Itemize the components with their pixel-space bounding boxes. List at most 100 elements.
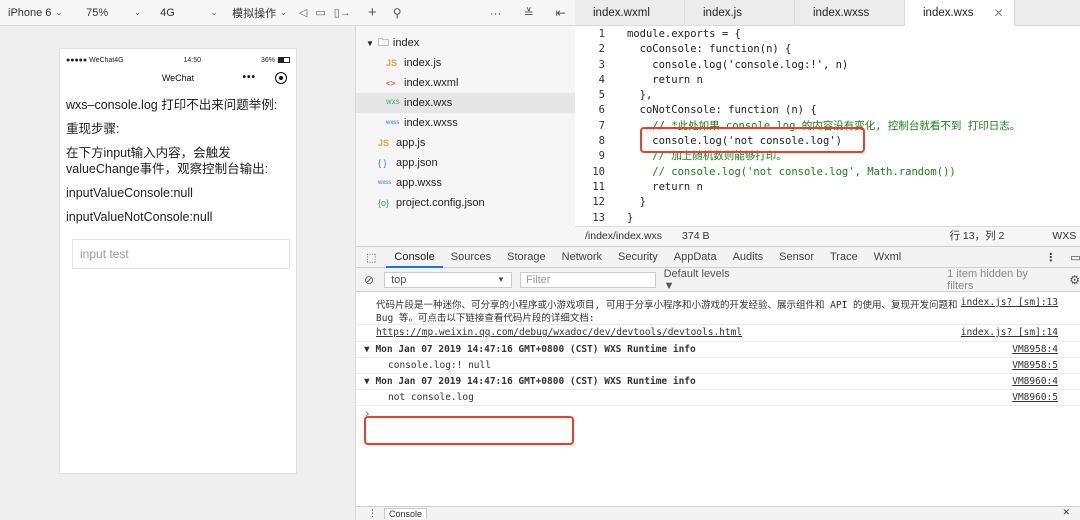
device-select[interactable]: iPhone 6 ⌄ (8, 7, 62, 19)
filter-input[interactable]: Filter (519, 271, 656, 288)
context-label: top (391, 273, 407, 286)
clear-console-icon[interactable]: ⊘ (364, 273, 374, 287)
source-link[interactable]: VM8960:4 (1012, 376, 1058, 387)
close-icon[interactable]: ✕ (994, 6, 1004, 20)
more-icon[interactable]: ••• (242, 67, 256, 89)
close-capsule-icon[interactable] (275, 72, 287, 84)
tree-item-app-js[interactable]: JS app.js (356, 133, 575, 153)
phone-screen: ●●●●● WeChat4G 14:50 36% WeChat ••• wxs–… (59, 48, 297, 474)
tab-console[interactable]: Console (386, 246, 443, 268)
json-icon: { } (378, 158, 387, 168)
zoom-label: 75% (86, 6, 109, 19)
add-icon[interactable]: + (368, 4, 377, 21)
tab-wxml[interactable]: Wxml (866, 246, 910, 268)
collapse-icon[interactable]: ⇤ (556, 6, 566, 20)
source-link[interactable]: VM8958:5 (1012, 360, 1058, 371)
wxml-icon: <> (386, 78, 396, 88)
page-content: wxs–console.log 打印不出来问题举例: 重现步骤: 在下方inpu… (60, 97, 296, 225)
tree-item-project-config[interactable]: {o} project.config.json (356, 193, 575, 213)
levels-select[interactable]: Default levels ▼ (664, 268, 743, 292)
close-icon[interactable]: ✕ (1062, 507, 1070, 518)
caret-down-icon: ▼ (366, 38, 374, 48)
page-title: wxs–console.log 打印不出来问题举例: (66, 98, 278, 112)
time-label: 14:50 (183, 56, 202, 64)
phone-status-bar: ●●●●● WeChat4G 14:50 36% (60, 53, 296, 67)
js-icon: JS (386, 58, 398, 68)
tree-item-index-wxss[interactable]: wxss index.wxss (356, 113, 575, 133)
tab-network[interactable]: Network (554, 246, 610, 268)
tab-index-js[interactable]: index.js (685, 0, 795, 26)
simulate-operation-select[interactable]: 模拟操作 ⌄ (232, 5, 287, 21)
wxss-icon: wxss (386, 120, 400, 126)
more-vertical-icon[interactable]: ⋮ (1045, 251, 1056, 264)
tree-folder-index[interactable]: ▼ 🗀 index (356, 33, 575, 53)
tree-item-label: index.wxs (404, 97, 453, 109)
config-icon: {o} (378, 198, 390, 208)
highlight-box (364, 416, 574, 445)
tab-trace[interactable]: Trace (822, 246, 866, 268)
console-output: 代码片段是一种迷你、可分享的小程序或小游戏项目, 可用于分享小程序和小游戏的开发… (356, 292, 1080, 506)
dock-icon[interactable]: ▭ (1070, 251, 1080, 264)
more-vertical-icon[interactable]: ⋮ (368, 508, 377, 519)
bottom-drawer: ⋮ Console ✕ (356, 506, 1080, 520)
context-select[interactable]: top ▼ (384, 271, 512, 288)
drawer-tab-console[interactable]: Console (384, 508, 428, 519)
file-path: /index/index.wxs (585, 229, 663, 242)
source-link[interactable]: VM8958:4 (1012, 344, 1058, 355)
tree-item-label: index.wxml (404, 77, 459, 89)
code-line: 1 module.exports = { (598, 28, 741, 40)
wxs-icon: WXS (386, 100, 400, 106)
sort-icon[interactable]: ≚ (524, 6, 534, 20)
tab-index-wxml[interactable]: index.wxml (575, 0, 685, 26)
volume-icon[interactable]: ◁ (299, 6, 307, 19)
tab-appdata[interactable]: AppData (666, 246, 725, 268)
tree-item-label: app.js (396, 137, 426, 149)
gear-icon[interactable]: ⚙ (1069, 273, 1080, 287)
code-line: 6 coNotConsole: function (n) { (598, 104, 817, 117)
code-line: 12 } (592, 196, 646, 209)
tree-item-index-wxml[interactable]: <> index.wxml (356, 73, 575, 93)
console-group-header[interactable]: ▼ Mon Jan 07 2019 14:47:16 GMT+0800 (CST… (364, 344, 696, 355)
more-icon[interactable]: ··· (490, 6, 502, 20)
tab-index-wxs[interactable]: index.wxs ✕ (905, 0, 1015, 26)
docs-link[interactable]: https://mp.weixin.qq.com/debug/wxadoc/de… (376, 327, 742, 338)
code-line: 13} (592, 211, 634, 224)
tab-sources[interactable]: Sources (443, 246, 499, 268)
console-group-header[interactable]: ▼ Mon Jan 07 2019 14:47:16 GMT+0800 (CST… (364, 376, 696, 387)
chevron-down-icon: ⌄ (210, 8, 218, 17)
device-label: iPhone 6 (8, 6, 52, 19)
console-filter-bar: ⊘ top ▼ Filter Default levels ▼ 1 item h… (356, 268, 1080, 292)
tab-security[interactable]: Security (610, 246, 666, 268)
tree-item-app-wxss[interactable]: wxss app.wxss (356, 173, 575, 193)
phone-nav-bar: WeChat ••• (60, 67, 296, 89)
zoom-select[interactable]: 75% ⌄ (86, 7, 146, 19)
source-link[interactable]: index.js? [sm]:14 (961, 327, 1058, 338)
battery-label: 36% (260, 56, 275, 64)
code-line: 3 console.log('console.log:!', n) (598, 58, 849, 71)
tab-index-wxss[interactable]: index.wxss (795, 0, 905, 26)
source-link[interactable]: index.js? [sm]:13 (961, 297, 1058, 308)
inspect-icon[interactable]: ⬚ (366, 251, 376, 264)
tab-sensor[interactable]: Sensor (771, 246, 822, 268)
source-link[interactable]: VM8960:5 (1012, 392, 1058, 403)
expand-icon[interactable]: ▯→ (334, 6, 351, 19)
window-icon[interactable]: ▭ (315, 6, 325, 19)
devtools-tabs: ⬚ Console Sources Storage Network Securi… (356, 246, 1080, 268)
console-message: Bug 等。可点击以下链接查看代码片段的详细文档: (376, 313, 595, 324)
tree-item-index-js[interactable]: JS index.js (356, 53, 575, 73)
tab-audits[interactable]: Audits (725, 246, 772, 268)
test-input[interactable]: input test (72, 239, 290, 269)
search-icon[interactable]: ⚲ (393, 6, 402, 20)
cursor-position: 行 13，列 2 (949, 230, 1005, 242)
tree-item-index-wxs[interactable]: WXS index.wxs (356, 93, 575, 113)
chevron-down-icon: ⌄ (55, 8, 63, 17)
network-select[interactable]: 4G ⌄ (160, 7, 220, 19)
carrier-label: ●●●●● WeChat4G (66, 56, 124, 64)
tab-storage[interactable]: Storage (499, 246, 554, 268)
file-toolbar: + ⚲ ··· ≚ ⇤ (356, 0, 575, 26)
highlight-box (640, 127, 865, 153)
language-mode[interactable]: WXS (1052, 230, 1076, 242)
tree-item-app-json[interactable]: { } app.json (356, 153, 575, 173)
caret-down-icon: ▼ (497, 275, 505, 284)
code-editor[interactable]: 1 module.exports = { 2 coConsole: functio… (575, 26, 1080, 226)
